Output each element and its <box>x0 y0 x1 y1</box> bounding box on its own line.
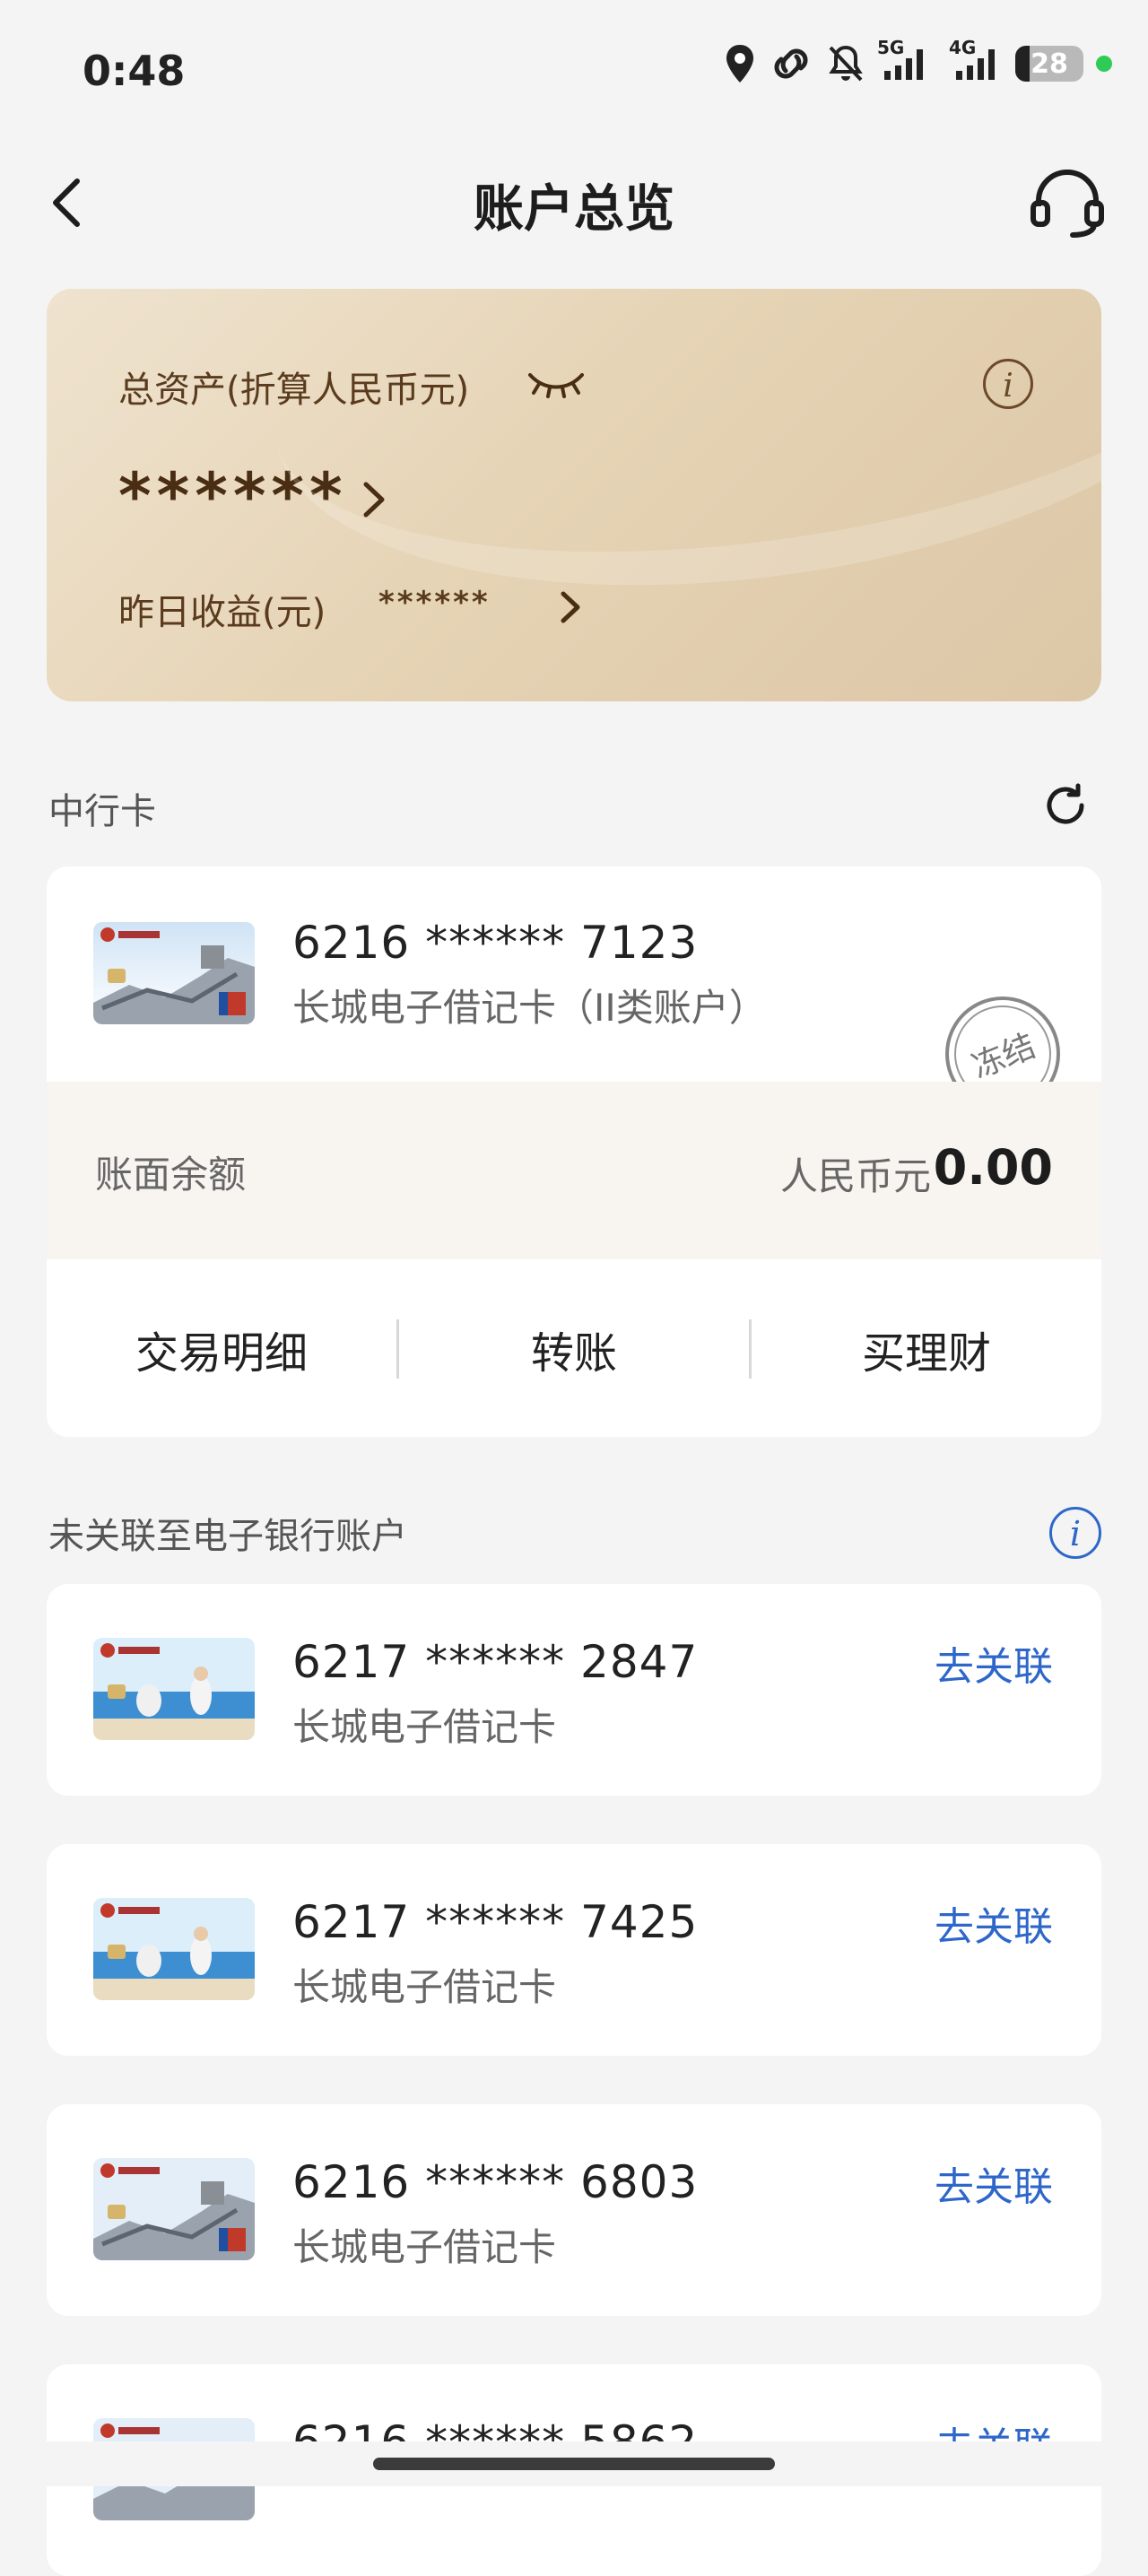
card-image <box>93 2158 255 2260</box>
great-wall-card-art <box>93 922 255 1024</box>
privacy-dot <box>1096 56 1112 72</box>
battery-level: 28 <box>1031 48 1068 80</box>
buy-wealth-button[interactable]: 买理财 <box>752 1318 1101 1380</box>
signal-5g: 5G <box>877 37 936 83</box>
app-header: 账户总览 <box>0 152 1148 251</box>
yesterday-yield-label: 昨日收益(元) <box>118 592 326 633</box>
unlinked-section-title: 未关联至电子银行账户 <box>48 1516 407 1557</box>
network-4g-label: 4G <box>949 37 977 58</box>
card-number: 6217 ****** 2847 <box>292 1636 699 1688</box>
link-account-button[interactable]: 去关联 <box>935 2154 1053 2212</box>
assets-info-icon[interactable]: i <box>983 359 1033 409</box>
mute-bell-icon <box>829 45 863 82</box>
unlinked-card[interactable]: 6217 ****** 7425 长城电子借记卡 去关联 <box>47 1844 1101 2056</box>
link-account-button[interactable]: 去关联 <box>935 1894 1053 1952</box>
card-image <box>93 1898 255 2000</box>
card-type: 长城电子借记卡 <box>292 2225 557 2269</box>
total-assets-card: 总资产(折算人民币元) i ****** 昨日收益(元) ****** <box>47 289 1101 701</box>
frozen-stamp-text: 冻结 <box>967 1027 1041 1086</box>
transaction-details-button[interactable]: 交易明细 <box>47 1318 396 1380</box>
balance-row: 账面余额 人民币元 0.00 <box>47 1082 1101 1259</box>
great-wall-card-art <box>93 2158 255 2260</box>
balance-value: 0.00 <box>933 1139 1053 1196</box>
beach-card-art <box>93 1638 255 1740</box>
total-assets-label: 总资产(折算人民币元) <box>118 370 470 411</box>
total-assets-value[interactable]: ****** <box>118 459 348 533</box>
boc-section-title: 中行卡 <box>48 791 156 832</box>
status-bar: 0:48 5G 4G 28 <box>0 0 1148 135</box>
balance-label: 账面余额 <box>95 1153 247 1197</box>
card-image <box>93 922 255 1024</box>
boc-card[interactable]: 6216 ****** 7123 长城电子借记卡（II类账户） 冻结 账面余额 … <box>47 866 1101 1437</box>
page-title: 账户总览 <box>474 180 674 239</box>
transfer-button[interactable]: 转账 <box>399 1318 749 1380</box>
chevron-right-icon[interactable] <box>361 479 387 520</box>
link-account-button[interactable]: 去关联 <box>935 1634 1053 1692</box>
network-5g-label: 5G <box>877 37 905 58</box>
status-icons: 5G 4G 28 <box>725 37 1112 84</box>
link-icon <box>774 48 808 79</box>
customer-service-button[interactable] <box>1030 165 1105 240</box>
eye-closed-icon[interactable] <box>526 368 586 400</box>
home-indicator[interactable] <box>373 2458 775 2470</box>
card-image <box>93 1638 255 1740</box>
status-time: 0:48 <box>83 47 186 95</box>
card-number: 6217 ****** 7425 <box>292 1896 699 1948</box>
card-type: 长城电子借记卡（II类账户） <box>292 986 767 1030</box>
currency-label: 人民币元 <box>779 1154 931 1198</box>
location-icon <box>726 45 753 83</box>
card-actions: 交易明细 转账 买理财 <box>47 1259 1101 1437</box>
card-number: 6216 ****** 7123 <box>292 917 699 969</box>
chevron-right-icon[interactable] <box>558 588 583 626</box>
unlinked-card[interactable]: 6217 ****** 2847 长城电子借记卡 去关联 <box>47 1584 1101 1796</box>
unlinked-info-icon[interactable]: i <box>1049 1507 1101 1559</box>
refresh-icon[interactable] <box>1042 782 1089 829</box>
card-type: 长城电子借记卡 <box>292 1705 557 1749</box>
yesterday-yield-value[interactable]: ****** <box>378 585 491 621</box>
beach-card-art <box>93 1898 255 2000</box>
card-type: 长城电子借记卡 <box>292 1965 557 2009</box>
signal-4g: 4G <box>949 37 1003 83</box>
card-number: 6216 ****** 6803 <box>292 2156 699 2208</box>
battery-icon: 28 <box>1015 46 1083 82</box>
headset-icon <box>1031 170 1104 238</box>
unlinked-card[interactable]: 6216 ****** 6803 长城电子借记卡 去关联 <box>47 2104 1101 2316</box>
